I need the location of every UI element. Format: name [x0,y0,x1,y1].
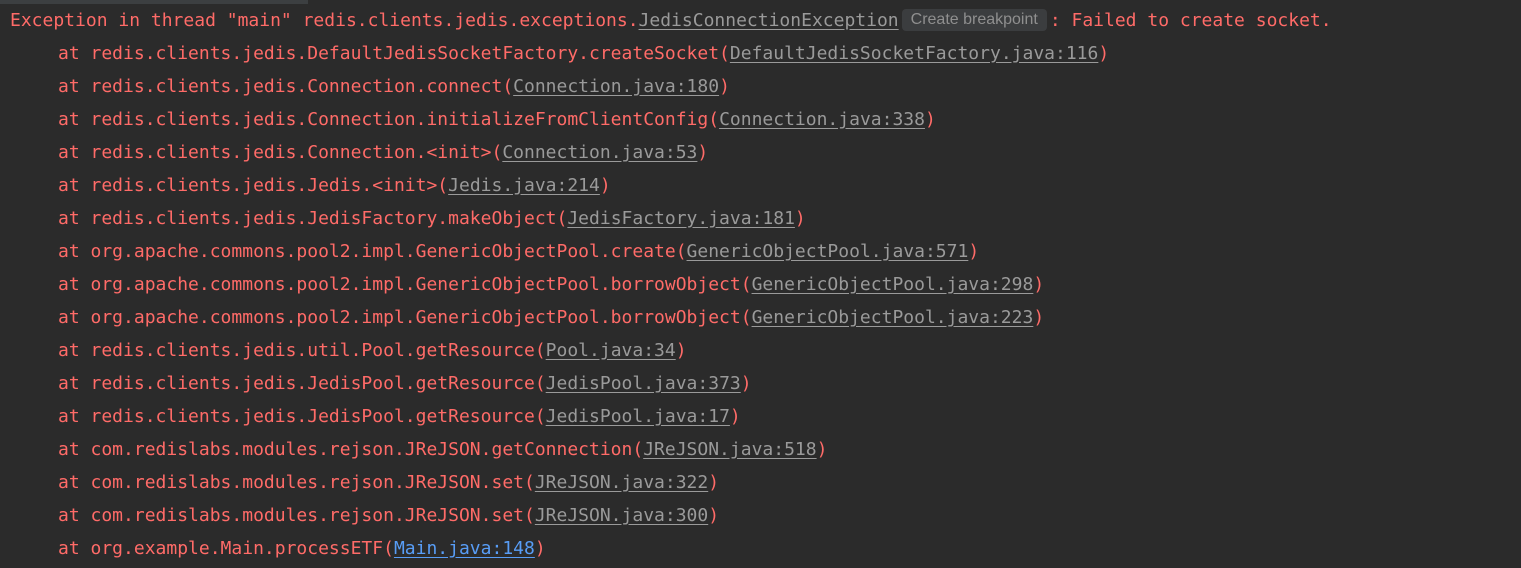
frame-close-paren: ) [794,208,806,229]
frame-method: at com.redislabs.modules.rejson.JReJSON.… [58,505,535,526]
frame-close-paren: ) [599,175,611,196]
exception-line: Exception in thread "main" redis.clients… [0,4,1332,37]
stack-frame: at redis.clients.jedis.Connection.initia… [0,103,936,136]
stack-frame: at redis.clients.jedis.JedisFactory.make… [0,202,806,235]
frame-source-link[interactable]: Connection.java:338 [719,109,925,130]
stack-frame: at org.apache.commons.pool2.impl.Generic… [0,301,1044,334]
frame-source-link[interactable]: JReJSON.java:322 [535,472,708,493]
frame-source-link[interactable]: Connection.java:53 [502,142,697,163]
frame-source-link[interactable]: JedisPool.java:17 [546,406,730,427]
stack-frame: at com.redislabs.modules.rejson.JReJSON.… [0,499,719,532]
frame-method: at redis.clients.jedis.Jedis.<init>( [58,175,449,196]
frame-close-paren: ) [719,76,730,97]
frame-close-paren: ) [708,505,720,526]
frame-close-paren: ) [924,109,936,130]
frame-close-paren: ) [816,439,828,460]
frame-source-link[interactable]: GenericObjectPool.java:223 [752,307,1034,328]
frame-close-paren: ) [1098,43,1110,64]
create-breakpoint-hint[interactable]: Create breakpoint [901,9,1047,31]
stack-frame: at com.redislabs.modules.rejson.JReJSON.… [0,466,719,499]
stack-frame: at org.apache.commons.pool2.impl.Generic… [0,235,979,268]
stack-frame: at org.example.Main.processETF(Main.java… [0,532,546,565]
frame-close-paren: ) [697,142,709,163]
frame-method: at redis.clients.jedis.DefaultJedisSocke… [58,43,730,64]
frame-close-paren: ) [1033,274,1045,295]
frame-source-link[interactable]: JReJSON.java:300 [535,505,708,526]
frame-method: at org.apache.commons.pool2.impl.Generic… [58,241,687,262]
frame-source-link[interactable]: JedisPool.java:373 [546,373,741,394]
frame-source-link[interactable]: JedisFactory.java:181 [567,208,795,229]
stack-frame: at redis.clients.jedis.JedisPool.getReso… [0,367,752,400]
frame-method: at redis.clients.jedis.Connection.initia… [58,109,720,130]
frame-method: at com.redislabs.modules.rejson.JReJSON.… [58,472,535,493]
frame-source-link[interactable]: JReJSON.java:518 [643,439,816,460]
frame-method: at org.apache.commons.pool2.impl.Generic… [58,307,752,328]
console-output: Exception in thread "main" redis.clients… [0,0,1521,568]
stack-frame: at com.redislabs.modules.rejson.JReJSON.… [0,433,827,466]
frame-source-link-user-code[interactable]: Main.java:148 [394,538,535,559]
frame-method: at redis.clients.jedis.JedisFactory.make… [58,208,568,229]
stack-frame: at org.apache.commons.pool2.impl.Generic… [0,268,1044,301]
frame-close-paren: ) [675,340,687,361]
stack-frame: at redis.clients.jedis.Jedis.<init>(Jedi… [0,169,611,202]
frame-close-paren: ) [740,373,752,394]
frame-close-paren: ) [729,406,741,427]
exception-class-link[interactable]: JedisConnectionException [639,10,899,31]
frame-close-paren: ) [708,472,720,493]
frame-source-link[interactable]: GenericObjectPool.java:571 [687,241,969,262]
stack-frame: at redis.clients.jedis.Connection.connec… [0,70,730,103]
stack-frame: at redis.clients.jedis.JedisPool.getReso… [0,400,741,433]
frame-source-link[interactable]: Pool.java:34 [546,340,676,361]
stack-frame: at redis.clients.jedis.Connection.<init>… [0,136,708,169]
frame-close-paren: ) [968,241,980,262]
frame-method: at redis.clients.jedis.util.Pool.getReso… [58,340,546,361]
exception-message: : Failed to create socket. [1049,10,1332,31]
frame-method: at org.apache.commons.pool2.impl.Generic… [58,274,752,295]
stack-frame: at redis.clients.jedis.DefaultJedisSocke… [0,37,1109,70]
frame-method: at redis.clients.jedis.JedisPool.getReso… [58,406,546,427]
frame-close-paren: ) [1033,307,1045,328]
frame-source-link[interactable]: DefaultJedisSocketFactory.java:116 [730,43,1098,64]
frame-source-link[interactable]: GenericObjectPool.java:298 [752,274,1034,295]
frame-method: at org.example.Main.processETF( [58,538,394,559]
stack-frame: at redis.clients.jedis.util.Pool.getReso… [0,334,687,367]
frame-close-paren: ) [534,538,546,559]
frame-source-link[interactable]: Jedis.java:214 [448,175,600,196]
frame-method: at redis.clients.jedis.Connection.connec… [58,76,514,97]
frame-method: at com.redislabs.modules.rejson.JReJSON.… [58,439,644,460]
frame-source-link[interactable]: Connection.java:180 [513,76,719,97]
frame-method: at redis.clients.jedis.Connection.<init>… [58,142,503,163]
frame-method: at redis.clients.jedis.JedisPool.getReso… [58,373,546,394]
exception-prefix: Exception in thread "main" redis.clients… [10,10,639,31]
